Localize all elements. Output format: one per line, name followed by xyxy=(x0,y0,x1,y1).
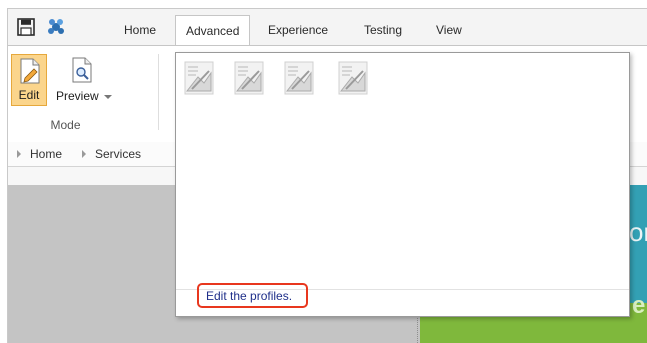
breadcrumb-arrow-icon xyxy=(82,150,86,158)
profile-thumbnail-icon[interactable] xyxy=(284,61,314,95)
chevron-down-icon xyxy=(104,94,113,99)
save-icon[interactable] xyxy=(16,17,36,37)
preview-button-label: Preview xyxy=(53,89,115,103)
edit-button[interactable]: Edit xyxy=(11,54,47,106)
preview-button[interactable]: Preview xyxy=(53,54,115,106)
tab-view[interactable]: View xyxy=(426,15,472,45)
ribbon-tab-strip: Home Advanced Experience Testing View xyxy=(8,9,647,46)
breadcrumb-arrow-icon xyxy=(17,150,21,158)
profiles-popup xyxy=(175,52,630,317)
page-green-text-fragment: e xyxy=(632,292,646,319)
tab-home[interactable]: Home xyxy=(114,15,166,45)
profile-thumbnail-icon[interactable] xyxy=(234,61,264,95)
ribbon-group-separator xyxy=(158,54,159,130)
breadcrumb-item-home[interactable]: Home xyxy=(30,147,62,161)
edit-button-label: Edit xyxy=(18,88,40,102)
breadcrumb-item-services[interactable]: Services xyxy=(95,147,141,161)
page-banner-text-fragment: or xyxy=(629,217,647,247)
profile-thumbnail-icon[interactable] xyxy=(338,61,368,95)
tab-experience[interactable]: Experience xyxy=(258,15,338,45)
preview-document-icon xyxy=(72,57,92,83)
preview-label-text: Preview xyxy=(55,89,99,103)
ribbon-group-label: Mode xyxy=(50,118,81,132)
tab-advanced[interactable]: Advanced xyxy=(175,15,251,46)
highlight-box xyxy=(197,283,308,308)
app-logo-icon[interactable] xyxy=(46,17,66,37)
tab-testing[interactable]: Testing xyxy=(354,15,412,45)
profile-thumbnail-icon[interactable] xyxy=(184,61,214,95)
edit-document-icon xyxy=(20,58,40,84)
